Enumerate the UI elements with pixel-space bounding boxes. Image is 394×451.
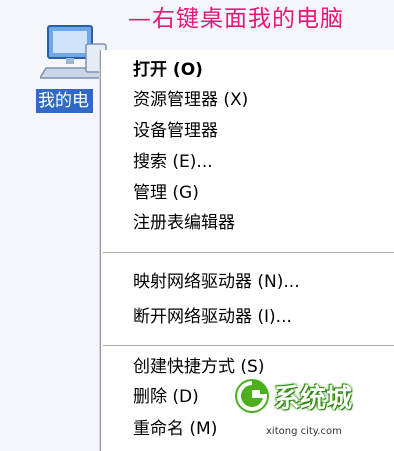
menu-item-manage[interactable]: 管理 (G)	[133, 178, 199, 208]
watermark-url: xitong city.com	[266, 426, 342, 437]
menu-separator	[103, 252, 394, 253]
menu-item-open[interactable]: 打开 (O)	[133, 55, 203, 85]
menu-item-device-manager[interactable]: 设备管理器	[133, 116, 218, 146]
menu-item-rename[interactable]: 重命名 (M)	[133, 414, 217, 444]
menu-item-search[interactable]: 搜索 (E)...	[133, 147, 213, 177]
desktop-icon-label[interactable]: 我的电	[36, 89, 93, 113]
watermark-logo: 系统城 xitong city.com	[232, 376, 392, 448]
menu-item-map-network-drive[interactable]: 映射网络驱动器 (N)...	[133, 267, 300, 297]
menu-item-explore[interactable]: 资源管理器 (X)	[133, 85, 248, 115]
annotation-caption: —右键桌面我的电脑	[128, 6, 344, 32]
menu-item-delete[interactable]: 删除 (D)	[133, 382, 199, 412]
menu-separator	[103, 345, 394, 346]
watermark-brand: 系统城	[274, 384, 353, 414]
menu-item-registry-editor[interactable]: 注册表编辑器	[133, 208, 235, 238]
logo-mark-icon	[235, 379, 269, 413]
menu-item-disconnect-network-drive[interactable]: 断开网络驱动器 (I)...	[133, 302, 292, 332]
